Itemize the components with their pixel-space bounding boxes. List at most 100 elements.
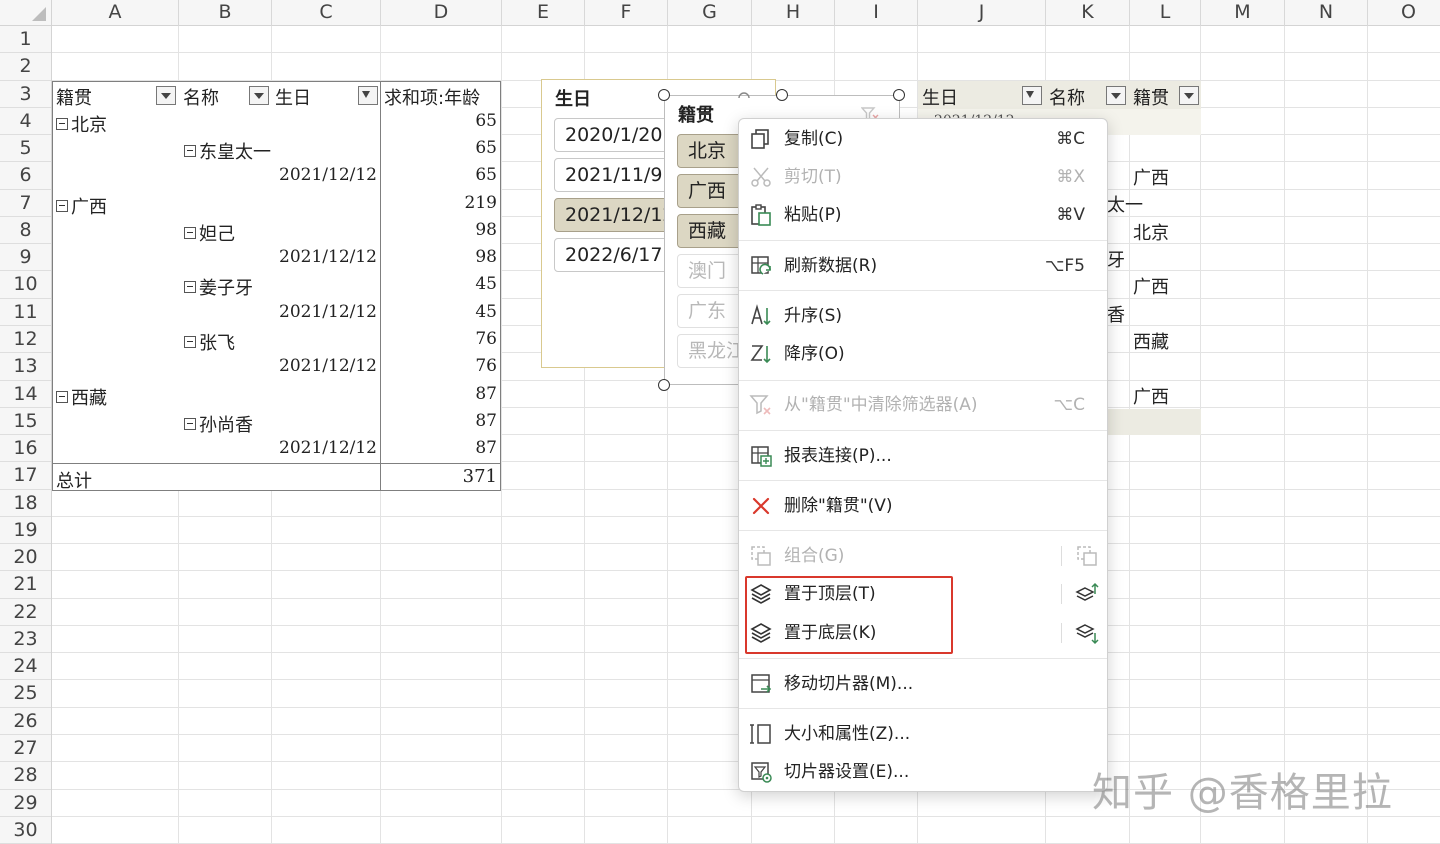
row-header[interactable]: 21 [0, 571, 51, 599]
menu-separator [739, 530, 1107, 531]
move-slicer-icon [749, 672, 773, 696]
row-header[interactable]: 10 [0, 271, 51, 299]
collapse-toggle-icon[interactable] [184, 335, 196, 348]
column-header[interactable]: E [502, 0, 585, 26]
column-header[interactable]: G [668, 0, 752, 26]
row-header[interactable]: 2 [0, 53, 51, 81]
pivot-header-sum: 求和项:年龄 [384, 88, 481, 109]
column-header[interactable]: M [1201, 0, 1285, 26]
collapse-toggle-icon[interactable] [56, 390, 68, 403]
grid-column-line [1200, 26, 1201, 844]
collapse-toggle-icon[interactable] [184, 281, 196, 294]
resize-handle-top-middle[interactable] [776, 89, 788, 101]
menu-item-group[interactable]: 组合(G) [739, 538, 1107, 574]
menu-item-sort-descending[interactable]: 降序(O) [739, 336, 1107, 372]
row-header[interactable]: 17 [0, 462, 51, 490]
row-header[interactable]: 22 [0, 599, 51, 626]
menu-item-slicer-settings[interactable]: 切片器设置(E)... [739, 754, 1107, 790]
row-header[interactable]: 26 [0, 708, 51, 736]
pivot-name-label: 姜子牙 [184, 274, 253, 300]
menu-item-refresh[interactable]: 刷新数据(R) ⌥F5 [739, 248, 1107, 284]
name-filter-dropdown[interactable] [249, 86, 269, 105]
row-header[interactable]: 14 [0, 381, 51, 408]
menu-item-clear-filter[interactable]: 从"籍贯"中清除筛选器(A) ⌥C [739, 387, 1107, 423]
submenu-divider [1061, 584, 1062, 604]
row-header[interactable]: 6 [0, 162, 51, 190]
menu-item-paste[interactable]: 粘贴(P) ⌘V [739, 197, 1107, 233]
region-filter-dropdown[interactable] [156, 86, 176, 105]
row-header[interactable]: 30 [0, 817, 51, 844]
pivot2-birthday-dropdown[interactable] [1022, 86, 1042, 105]
pivot2-region-dropdown[interactable] [1179, 86, 1199, 105]
row-header[interactable]: 24 [0, 653, 51, 681]
pivot-date-label: 2021/12/12 [279, 438, 377, 459]
select-all-corner[interactable] [0, 0, 52, 26]
column-header-bar: ABCDEFGHIJKLMNO [0, 0, 1440, 26]
grid-column-line [1367, 26, 1368, 844]
column-header[interactable]: L [1130, 0, 1201, 26]
row-header[interactable]: 29 [0, 790, 51, 817]
send-backward-icon[interactable] [1075, 621, 1099, 645]
birthday-filter-dropdown[interactable] [358, 86, 378, 105]
row-header[interactable]: 9 [0, 244, 51, 272]
row-header[interactable]: 25 [0, 680, 51, 708]
pivot-total-value: 371 [462, 466, 497, 487]
collapse-toggle-icon[interactable] [56, 117, 68, 130]
column-header[interactable]: I [835, 0, 918, 26]
row-header[interactable]: 7 [0, 190, 51, 217]
collapse-toggle-icon[interactable] [184, 417, 196, 430]
column-header[interactable]: B [179, 0, 272, 26]
row-header[interactable]: 15 [0, 408, 51, 436]
menu-item-cut[interactable]: 剪切(T) ⌘X [739, 159, 1107, 195]
column-header[interactable]: J [918, 0, 1046, 26]
pivot-value: 219 [464, 192, 497, 213]
column-header[interactable]: H [752, 0, 835, 26]
row-header[interactable]: 3 [0, 81, 51, 108]
pivot2-cell: 广西 [1133, 277, 1169, 298]
resize-handle-top-right[interactable] [893, 89, 905, 101]
collapse-toggle-icon[interactable] [184, 226, 196, 239]
row-header-bar: 1 2 3 4 5 6 7 8 9 10 11 12 13 14 15 16 17 18 19 20 21 22 23 24 2… [0, 26, 52, 844]
row-header[interactable]: 18 [0, 490, 51, 517]
row-header[interactable]: 13 [0, 353, 51, 381]
resize-handle-top-left[interactable] [658, 89, 670, 101]
menu-item-delete[interactable]: 删除"籍贯"(V) [739, 488, 1107, 524]
menu-item-report-connections[interactable]: 报表连接(P)... [739, 438, 1107, 474]
column-header[interactable]: O [1368, 0, 1440, 26]
row-header[interactable]: 23 [0, 626, 51, 654]
column-header[interactable]: N [1285, 0, 1368, 26]
row-header[interactable]: 16 [0, 435, 51, 463]
pivot2-name-dropdown[interactable] [1106, 86, 1126, 105]
row-header[interactable]: 28 [0, 762, 51, 790]
row-header[interactable]: 8 [0, 217, 51, 245]
rotate-handle-icon[interactable] [738, 84, 750, 99]
group-submenu-icon[interactable] [1075, 544, 1099, 568]
collapse-toggle-icon[interactable] [184, 145, 196, 158]
menu-item-move-slicer[interactable]: 移动切片器(M)... [739, 666, 1107, 702]
pivot-name-label: 张飞 [184, 329, 235, 355]
column-header[interactable]: A [52, 0, 179, 26]
row-header[interactable]: 1 [0, 26, 51, 54]
column-header[interactable]: D [381, 0, 502, 26]
bring-forward-icon[interactable] [1075, 582, 1099, 606]
slicer-birthday-title: 生日 [555, 89, 591, 110]
menu-item-sort-ascending[interactable]: 升序(S) [739, 298, 1107, 334]
row-header[interactable]: 11 [0, 299, 51, 326]
column-header[interactable]: K [1046, 0, 1130, 26]
row-header[interactable]: 19 [0, 517, 51, 545]
row-header[interactable]: 20 [0, 544, 51, 572]
row-header[interactable]: 12 [0, 326, 51, 354]
menu-separator [739, 658, 1107, 659]
resize-handle-bottom-left[interactable] [658, 379, 670, 391]
column-header[interactable]: C [272, 0, 381, 26]
collapse-toggle-icon[interactable] [56, 199, 68, 212]
menu-item-size-properties[interactable]: 大小和属性(Z)... [739, 716, 1107, 752]
row-header[interactable]: 4 [0, 108, 51, 136]
pivot-value: 98 [475, 219, 497, 240]
pivot2-cell: 广西 [1133, 387, 1169, 408]
row-header[interactable]: 5 [0, 135, 51, 163]
menu-item-copy[interactable]: 复制(C) ⌘C [739, 121, 1107, 157]
row-header[interactable]: 27 [0, 735, 51, 763]
scissors-icon [749, 165, 773, 189]
column-header[interactable]: F [585, 0, 668, 26]
